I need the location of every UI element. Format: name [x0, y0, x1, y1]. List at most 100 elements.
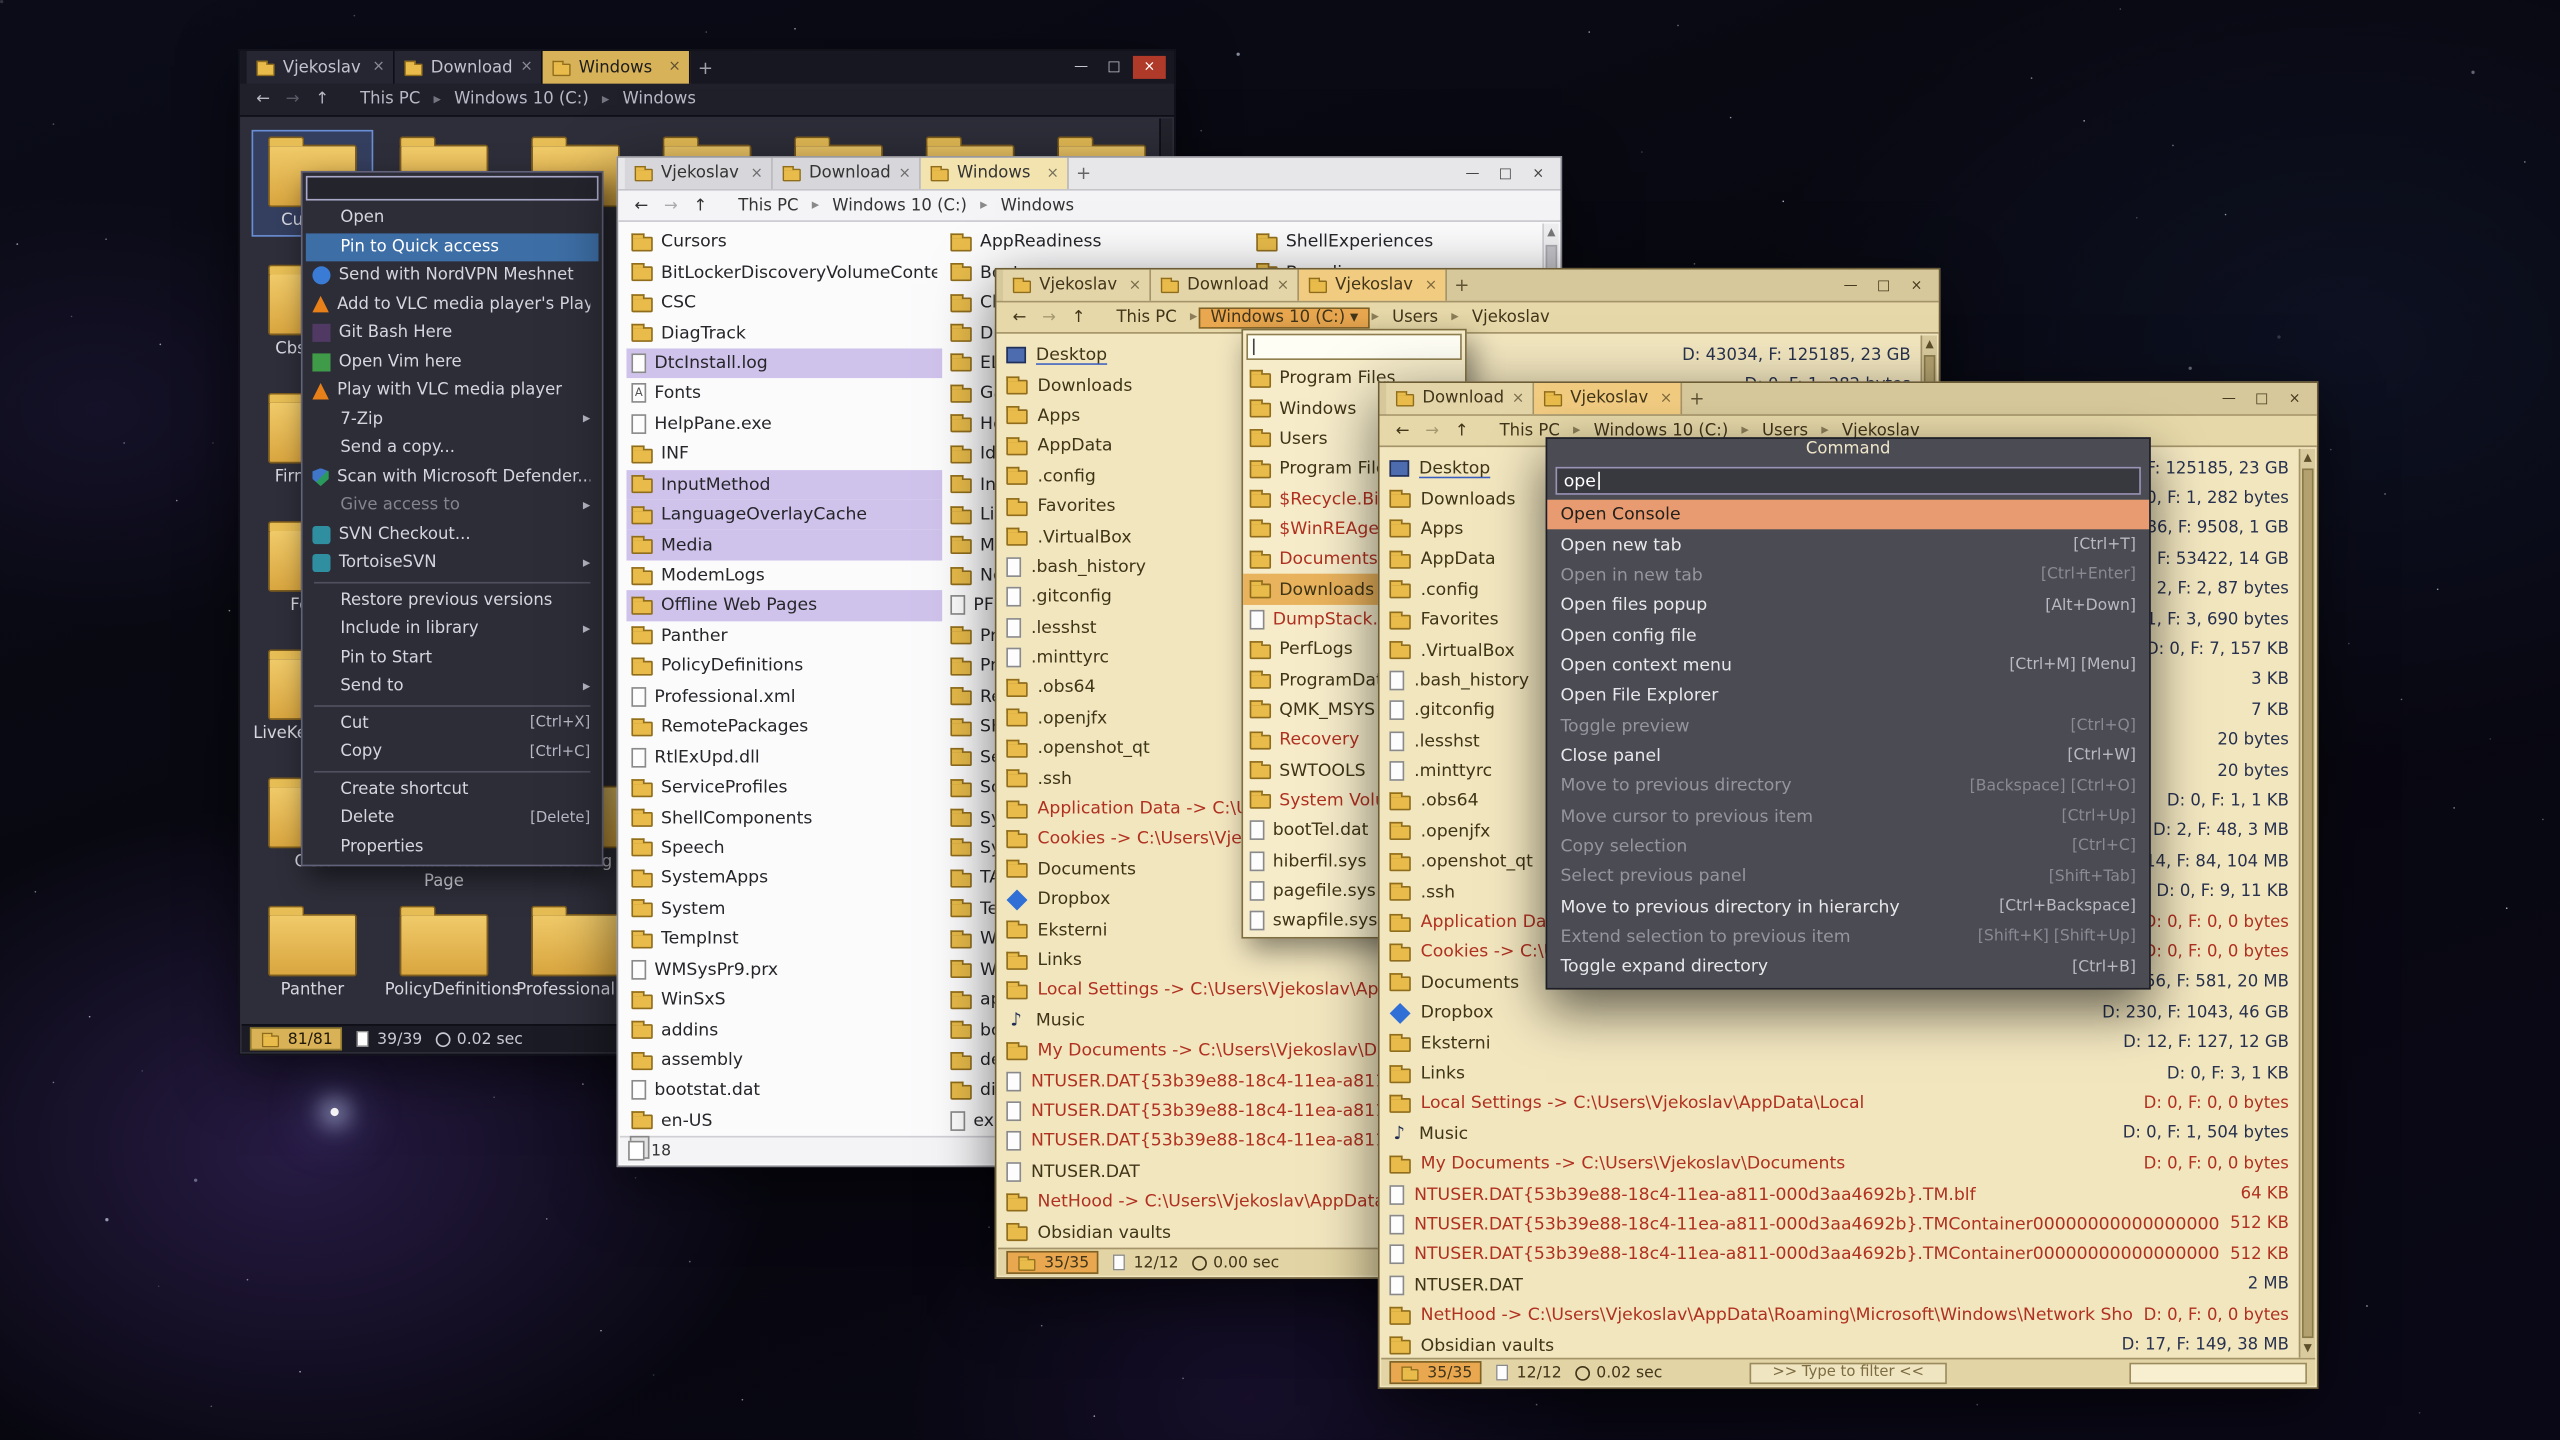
- titlebar[interactable]: Downloads×Vjekoslav×+ — □ ×: [1380, 383, 2317, 416]
- tab-close-icon[interactable]: ×: [1047, 165, 1059, 181]
- list-item-assembly[interactable]: assembly: [626, 1045, 942, 1075]
- list-item-cursors[interactable]: Cursors: [626, 227, 942, 257]
- list-item-dtcinstall-log[interactable]: DtcInstall.log: [626, 348, 942, 378]
- breadcrumb-vjekoslav[interactable]: Vjekoslav: [1460, 307, 1561, 328]
- minimize-button[interactable]: —: [1067, 56, 1095, 79]
- list-item-winsxs[interactable]: WinSxS: [626, 985, 942, 1015]
- command-item-move-cursor-to-previous-item[interactable]: Move cursor to previous item[Ctrl+Up]: [1547, 801, 2149, 831]
- tab-vjekoslav[interactable]: Vjekoslav×: [247, 51, 395, 84]
- tab-vjekoslav[interactable]: Vjekoslav×: [1299, 270, 1447, 301]
- breadcrumb-this-pc[interactable]: This PC: [1105, 307, 1188, 328]
- menu-item-scan-with-microsoft-defender[interactable]: Scan with Microsoft Defender...: [306, 463, 599, 492]
- maximize-button[interactable]: □: [1100, 56, 1128, 79]
- tab-close-icon[interactable]: ×: [1512, 390, 1524, 406]
- new-tab-button[interactable]: +: [1069, 158, 1099, 189]
- command-item-close-panel[interactable]: Close panel[Ctrl+W]: [1547, 741, 2149, 771]
- command-item-open-console[interactable]: Open Console: [1547, 500, 2149, 530]
- menu-item-play-with-vlc-media-player[interactable]: Play with VLC media player: [306, 376, 599, 405]
- list-item-serviceprofiles[interactable]: ServiceProfiles: [626, 772, 942, 802]
- menu-item-restore-previous-versions[interactable]: Restore previous versions: [306, 586, 599, 615]
- scroll-up-icon[interactable]: ▲: [1925, 335, 1933, 353]
- breadcrumb-users[interactable]: Users: [1381, 307, 1450, 328]
- tab-close-icon[interactable]: ×: [1277, 277, 1289, 293]
- tab-downloads[interactable]: Downloads×: [395, 51, 543, 84]
- menu-item-open-vim-here[interactable]: Open Vim here: [306, 348, 599, 377]
- command-item-open-context-menu[interactable]: Open context menu[Ctrl+M] [Menu]: [1547, 650, 2149, 680]
- tab-close-icon[interactable]: ×: [1425, 277, 1437, 293]
- tab-downloads[interactable]: Downloads×: [773, 158, 921, 189]
- tab-close-icon[interactable]: ×: [1660, 390, 1672, 406]
- list-item-en-us[interactable]: en-US: [626, 1106, 942, 1136]
- tab-close-icon[interactable]: ×: [520, 59, 532, 75]
- tab-windows[interactable]: Windows×: [543, 51, 691, 84]
- minimize-button[interactable]: —: [1458, 162, 1486, 185]
- list-item-system[interactable]: System: [626, 894, 942, 924]
- command-item-open-config-file[interactable]: Open config file: [1547, 620, 2149, 650]
- menu-filter-input[interactable]: [306, 176, 599, 201]
- command-item-open-in-new-tab[interactable]: Open in new tab[Ctrl+Enter]: [1547, 560, 2149, 590]
- up-button[interactable]: ↑: [687, 196, 713, 214]
- list-item-policydefinitions[interactable]: PolicyDefinitions: [626, 651, 942, 681]
- list-item-inf[interactable]: INF: [626, 439, 942, 469]
- list-item-languageoverlaycache[interactable]: LanguageOverlayCache: [626, 500, 942, 530]
- list-item-fonts[interactable]: AFonts: [626, 378, 942, 408]
- list-item-wmsyspr9-prx[interactable]: WMSysPr9.prx: [626, 954, 942, 984]
- tab-vjekoslav[interactable]: Vjekoslav×: [625, 158, 773, 189]
- command-item-open-files-popup[interactable]: Open files popup[Alt+Down]: [1547, 590, 2149, 620]
- close-button[interactable]: ×: [1902, 274, 1930, 297]
- tab-vjekoslav[interactable]: Vjekoslav×: [1003, 270, 1151, 301]
- menu-item-7-zip[interactable]: 7-Zip▸: [306, 405, 599, 434]
- back-button[interactable]: ←: [628, 196, 654, 214]
- menu-item-create-shortcut[interactable]: Create shortcut: [306, 775, 599, 804]
- list-item-csc[interactable]: CSC: [626, 287, 942, 317]
- file-row-music[interactable]: ♪MusicD: 0, F: 1, 504 bytes: [1381, 1119, 2315, 1149]
- list-item-modemlogs[interactable]: ModemLogs: [626, 560, 942, 590]
- menu-item-send-to[interactable]: Send to▸: [306, 672, 599, 701]
- command-item-toggle-expand-directory[interactable]: Toggle expand directory[Ctrl+B]: [1547, 952, 2149, 982]
- breadcrumb-windows-10-c[interactable]: Windows 10 (C:): [443, 89, 601, 110]
- filter-input[interactable]: [2129, 1362, 2307, 1383]
- forward-button[interactable]: →: [1036, 308, 1062, 326]
- list-item-addins[interactable]: addins: [626, 1015, 942, 1045]
- minimize-button[interactable]: —: [1837, 274, 1865, 297]
- menu-item-properties[interactable]: Properties: [306, 833, 599, 862]
- command-item-toggle-preview[interactable]: Toggle preview[Ctrl+Q]: [1547, 711, 2149, 741]
- tab-close-icon[interactable]: ×: [751, 165, 763, 181]
- list-item-systemapps[interactable]: SystemApps: [626, 863, 942, 893]
- tab-close-icon[interactable]: ×: [372, 59, 384, 75]
- maximize-button[interactable]: □: [2248, 387, 2276, 410]
- list-item-remotepackages[interactable]: RemotePackages: [626, 712, 942, 742]
- file-row-ntuser-dat-53b39e88-18c4-11ea-a811-000d3aa4692b-tm-blf[interactable]: NTUSER.DAT{53b39e88-18c4-11ea-a811-000d3…: [1381, 1179, 2315, 1209]
- tab-vjekoslav[interactable]: Vjekoslav×: [1534, 383, 1682, 414]
- forward-button[interactable]: →: [280, 90, 306, 108]
- menu-item-cut[interactable]: Cut[Ctrl+X]: [306, 709, 599, 738]
- forward-button[interactable]: →: [1419, 422, 1445, 440]
- tab-close-icon[interactable]: ×: [668, 59, 680, 75]
- menu-item-include-in-library[interactable]: Include in library▸: [306, 615, 599, 644]
- menu-item-git-bash-here[interactable]: Git Bash Here: [306, 319, 599, 348]
- file-row-nethood[interactable]: NetHood -> C:\Users\Vjekoslav\AppData\Ro…: [1381, 1300, 2315, 1330]
- file-row-ntuser-dat[interactable]: NTUSER.DAT2 MB: [1381, 1270, 2315, 1300]
- list-item-media[interactable]: Media: [626, 530, 942, 560]
- file-row-obsidian[interactable]: Obsidian vaultsD: 17, F: 149, 38 MB: [1381, 1330, 2315, 1357]
- file-row-eksterni[interactable]: EksterniD: 12, F: 127, 12 GB: [1381, 1028, 2315, 1058]
- goto-input[interactable]: [1246, 334, 1461, 360]
- palette-input[interactable]: ope: [1556, 467, 2141, 495]
- list-item-shellexperiences[interactable]: ShellExperiences: [1251, 227, 1540, 257]
- file-row-local[interactable]: Local Settings -> C:\Users\Vjekoslav\App…: [1381, 1089, 2315, 1119]
- scroll-up-icon[interactable]: ▲: [2304, 449, 2312, 467]
- close-button[interactable]: ×: [2281, 387, 2309, 410]
- command-item-copy-selection[interactable]: Copy selection[Ctrl+C]: [1547, 831, 2149, 861]
- file-row-dropbox[interactable]: DropboxD: 230, F: 1043, 46 GB: [1381, 998, 2315, 1028]
- titlebar[interactable]: Vjekoslav×Downloads×Vjekoslav×+ — □ ×: [996, 270, 1938, 303]
- vertical-scrollbar[interactable]: ▲ ▼: [2299, 449, 2315, 1358]
- menu-item-copy[interactable]: Copy[Ctrl+C]: [306, 738, 599, 767]
- scrollbar-track[interactable]: [2300, 467, 2315, 1340]
- titlebar[interactable]: Vjekoslav×Downloads×Windows×+ — □ ×: [240, 51, 1174, 84]
- maximize-button[interactable]: □: [1491, 162, 1519, 185]
- menu-item-pin-to-quick-access[interactable]: Pin to Quick access: [306, 233, 599, 262]
- list-item-offline-web-pages[interactable]: Offline Web Pages: [626, 591, 942, 621]
- menu-item-send-a-copy[interactable]: Send a copy...: [306, 434, 599, 463]
- file-row-desktop[interactable]: DesktopD: 43034, F: 125185, 23 GB: [998, 340, 1937, 370]
- breadcrumb-windows[interactable]: Windows: [989, 195, 1085, 216]
